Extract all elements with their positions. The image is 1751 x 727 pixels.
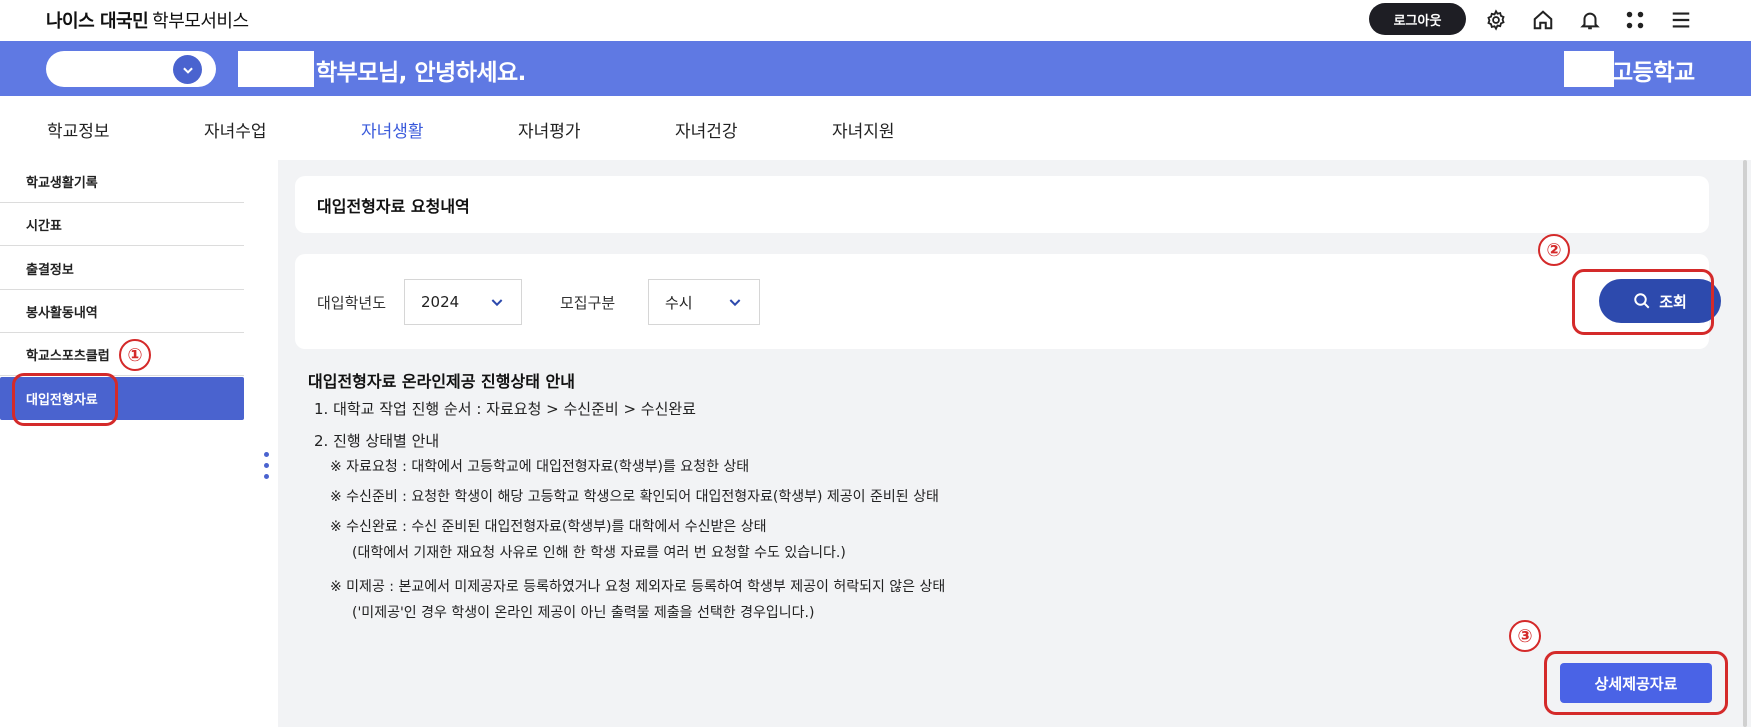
year-value: 2024 xyxy=(421,293,460,311)
recruit-type-select[interactable]: 수시 xyxy=(648,279,760,325)
sidebar-toggle-handle[interactable] xyxy=(264,452,270,486)
sidebar-item-attendance[interactable]: 출결정보 xyxy=(0,247,244,290)
logo-service: 학부모서비스 xyxy=(152,11,249,32)
chevron-down-icon xyxy=(491,299,503,307)
site-logo[interactable]: 나이스 대국민 학부모서비스 xyxy=(46,7,249,33)
tab-child-evaluation[interactable]: 자녀평가 xyxy=(518,117,581,142)
annotation-highlight-1 xyxy=(12,373,118,426)
annotation-marker-1: ① xyxy=(119,339,151,371)
guide-title: 대입전형자료 온라인제공 진행상태 안내 xyxy=(308,372,575,391)
chevron-down-icon xyxy=(729,299,741,307)
top-bar: 나이스 대국민 학부모서비스 로그아웃 xyxy=(0,0,1751,41)
content-scrollbar[interactable] xyxy=(1743,160,1747,727)
year-select[interactable]: 2024 xyxy=(404,279,522,325)
chevron-down-icon[interactable] xyxy=(173,55,202,84)
recruit-type-label: 모집구분 xyxy=(560,294,616,312)
guide-note-done-sub: (대학에서 기재한 재요청 사유로 인해 한 학생 자료를 여러 번 요청할 수… xyxy=(352,545,846,561)
tab-child-class[interactable]: 자녀수업 xyxy=(204,117,267,142)
detail-provision-button[interactable]: 상세제공자료 xyxy=(1560,663,1712,703)
greeting-text: 학부모님, 안녕하세요. xyxy=(316,60,526,86)
greeting-banner: 학부모님, 안녕하세요. 고등학교 xyxy=(0,41,1751,96)
guide-step-1: 1. 대학교 작업 진행 순서 : 자료요청 > 수신준비 > 수신완료 xyxy=(314,400,696,418)
guide-note-none-sub: ('미제공'인 경우 학생이 온라인 제공이 아닌 출력물 제출을 선택한 경우… xyxy=(352,605,815,621)
guide-step-2: 2. 진행 상태별 안내 xyxy=(314,432,440,450)
annotation-marker-2: ② xyxy=(1538,234,1570,266)
school-name: 고등학교 xyxy=(1612,60,1695,86)
sidebar-item-volunteer[interactable]: 봉사활동내역 xyxy=(0,290,244,333)
annotation-marker-3: ③ xyxy=(1509,620,1541,652)
page-title: 대입전형자료 요청내역 xyxy=(317,197,470,216)
redacted-parent-name xyxy=(238,51,314,87)
filter-card: 대입학년도 2024 모집구분 수시 조회 xyxy=(295,254,1721,349)
redacted-school-name xyxy=(1564,51,1614,87)
home-icon[interactable] xyxy=(1529,6,1557,34)
sidebar-item-timetable[interactable]: 시간표 xyxy=(0,203,244,246)
guide-note-done: ※ 수신완료 : 수신 준비된 대입전형자료(학생부)를 대학에서 수신받은 상… xyxy=(330,519,767,535)
gear-icon[interactable] xyxy=(1482,6,1510,34)
logo-brand: 나이스 대국민 xyxy=(46,11,149,32)
main-nav: 학교정보 자녀수업 자녀생활 자녀평가 자녀건강 자녀지원 xyxy=(0,96,1751,160)
page-title-card: 대입전형자료 요청내역 xyxy=(295,176,1709,233)
menu-icon[interactable] xyxy=(1667,6,1695,34)
tab-child-life[interactable]: 자녀생활 xyxy=(361,117,424,142)
year-label: 대입학년도 xyxy=(317,294,387,312)
recruit-type-value: 수시 xyxy=(665,293,693,312)
sidebar: 학교생활기록 시간표 출결정보 봉사활동내역 학교스포츠클럽 대입전형자료 ① xyxy=(0,160,278,727)
main-content: 대입전형자료 요청내역 대입학년도 2024 모집구분 수시 조회 ② 대입전형… xyxy=(278,160,1751,727)
guide-note-none: ※ 미제공 : 본교에서 미제공자로 등록하였거나 요청 제외자로 등록하여 학… xyxy=(330,579,946,595)
apps-grid-icon[interactable] xyxy=(1621,6,1649,34)
tab-child-support[interactable]: 자녀지원 xyxy=(832,117,895,142)
guide-note-request: ※ 자료요청 : 대학에서 고등학교에 대입전형자료(학생부)를 요청한 상태 xyxy=(330,459,750,475)
bell-icon[interactable] xyxy=(1576,6,1604,34)
sidebar-item-school-record[interactable]: 학교생활기록 xyxy=(0,160,244,203)
tab-school-info[interactable]: 학교정보 xyxy=(47,117,110,142)
tab-child-health[interactable]: 자녀건강 xyxy=(675,117,738,142)
logout-button[interactable]: 로그아웃 xyxy=(1369,3,1466,35)
guide-note-ready: ※ 수신준비 : 요청한 학생이 해당 고등학교 학생으로 확인되어 대입전형자… xyxy=(330,489,939,505)
child-select[interactable] xyxy=(46,51,216,87)
annotation-highlight-2 xyxy=(1572,269,1714,335)
